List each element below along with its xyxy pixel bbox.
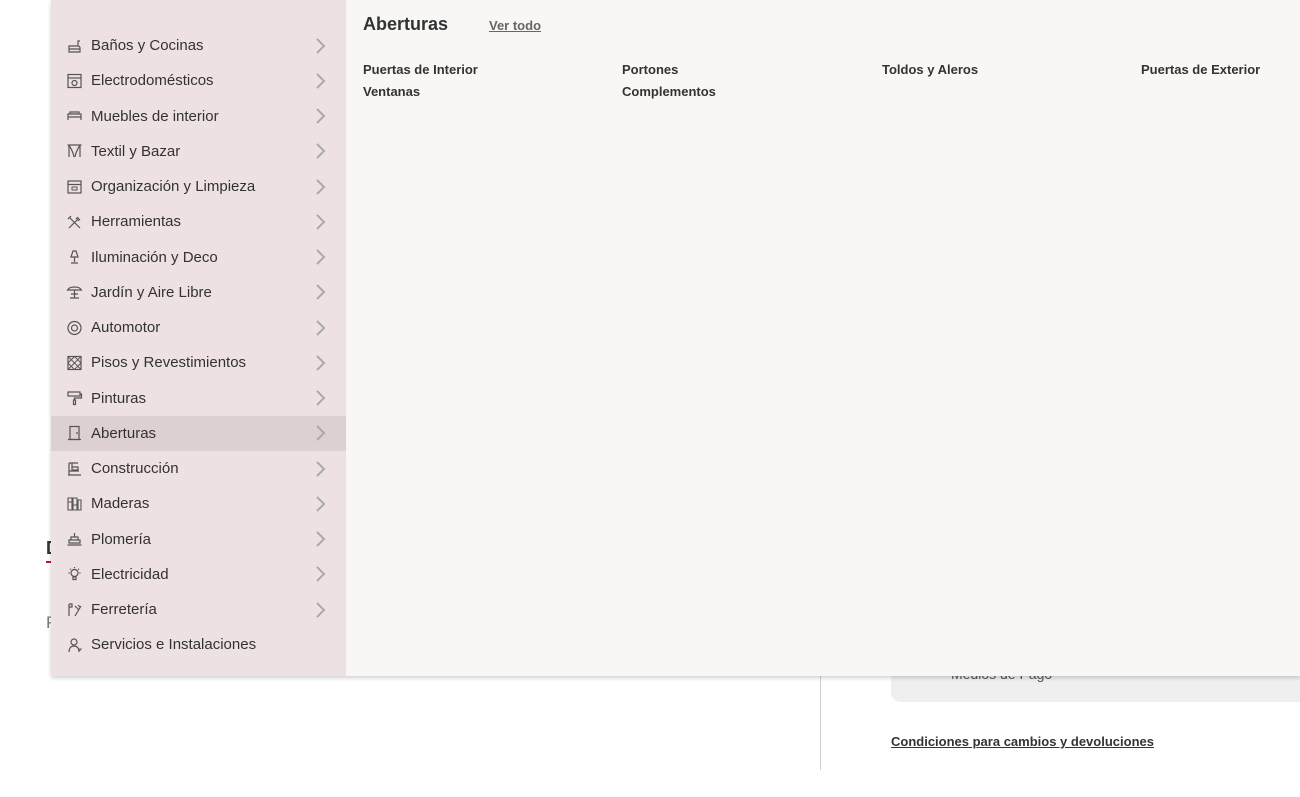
category-label: Textil y Bazar bbox=[91, 142, 181, 160]
returns-conditions-link[interactable]: Condiciones para cambios y devoluciones bbox=[891, 734, 1154, 749]
tools-icon bbox=[66, 214, 83, 230]
subcategory-panel: Aberturas Ver todo Puertas de Interior Po… bbox=[346, 0, 1300, 676]
category-item[interactable]: Electricidad bbox=[51, 557, 346, 592]
category-label: Servicios e Instalaciones bbox=[91, 636, 257, 654]
category-item[interactable]: Jardín y Aire Libre bbox=[51, 275, 346, 310]
plumbing-icon bbox=[66, 531, 83, 547]
chevron-right-icon bbox=[315, 319, 327, 337]
chevron-right-icon bbox=[315, 389, 327, 407]
subcategory-link[interactable]: Toldos y Aleros bbox=[882, 62, 978, 77]
category-label: Maderas bbox=[91, 495, 150, 513]
lightbulb-icon bbox=[66, 566, 83, 582]
column-divider bbox=[820, 676, 821, 770]
category-label: Construcción bbox=[91, 460, 179, 478]
storage-box-icon bbox=[66, 179, 83, 195]
view-all-link[interactable]: Ver todo bbox=[489, 18, 541, 33]
hardware-icon bbox=[66, 602, 83, 618]
category-label: Organización y Limpieza bbox=[91, 178, 256, 196]
category-item[interactable]: Organización y Limpieza bbox=[51, 169, 346, 204]
construction-icon bbox=[66, 461, 83, 477]
chevron-right-icon bbox=[315, 72, 327, 90]
subcategory-link[interactable]: Ventanas bbox=[363, 84, 420, 99]
subcategory-link[interactable]: Portones bbox=[622, 62, 678, 77]
category-label: Automotor bbox=[91, 319, 161, 337]
category-label: Ferretería bbox=[91, 601, 157, 619]
chevron-right-icon bbox=[315, 142, 327, 160]
category-label: Baños y Cocinas bbox=[91, 37, 204, 55]
chevron-right-icon bbox=[315, 213, 327, 231]
category-item[interactable]: Herramientas bbox=[51, 204, 346, 239]
category-label: Pinturas bbox=[91, 389, 147, 407]
chevron-right-icon bbox=[315, 283, 327, 301]
category-item[interactable]: Baños y Cocinas bbox=[51, 28, 346, 63]
category-sidebar: Baños y Cocinas Electrodomésticos Muebles … bbox=[51, 0, 346, 676]
category-item[interactable]: Iluminación y Deco bbox=[51, 240, 346, 275]
category-item[interactable]: Electrodomésticos bbox=[51, 63, 346, 98]
service-worker-icon bbox=[66, 637, 83, 653]
panel-title: Aberturas bbox=[363, 14, 449, 34]
tiles-icon bbox=[66, 355, 83, 371]
category-label: Plomería bbox=[91, 530, 152, 548]
faucet-icon bbox=[66, 38, 83, 54]
category-item[interactable]: Maderas bbox=[51, 486, 346, 521]
lamp-icon bbox=[66, 249, 83, 265]
category-item[interactable]: Ferretería bbox=[51, 592, 346, 627]
category-item[interactable]: Muebles de interior bbox=[51, 99, 346, 134]
category-label: Electrodomésticos bbox=[91, 72, 214, 90]
category-item[interactable]: Automotor bbox=[51, 310, 346, 345]
bed-icon bbox=[66, 108, 83, 124]
category-label: Jardín y Aire Libre bbox=[91, 283, 212, 301]
chevron-right-icon bbox=[315, 460, 327, 478]
category-label: Herramientas bbox=[91, 213, 182, 231]
chevron-right-icon bbox=[315, 530, 327, 548]
category-list: Baños y Cocinas Electrodomésticos Muebles … bbox=[51, 28, 346, 663]
curtain-icon bbox=[66, 143, 83, 159]
chevron-right-icon bbox=[315, 601, 327, 619]
category-item[interactable]: Textil y Bazar bbox=[51, 134, 346, 169]
wood-planks-icon bbox=[66, 496, 83, 512]
category-label: Pisos y Revestimientos bbox=[91, 354, 247, 372]
chevron-right-icon bbox=[315, 107, 327, 125]
category-label: Muebles de interior bbox=[91, 107, 219, 125]
category-item[interactable]: Aberturas bbox=[51, 415, 346, 451]
chevron-right-icon bbox=[315, 37, 327, 55]
chevron-right-icon bbox=[315, 565, 327, 583]
subcategory-link[interactable]: Puertas de Exterior bbox=[1141, 62, 1260, 77]
category-label: Iluminación y Deco bbox=[91, 248, 218, 266]
chevron-right-icon bbox=[315, 424, 327, 442]
subcategory-link[interactable]: Puertas de Interior bbox=[363, 62, 478, 77]
category-item[interactable]: Pinturas bbox=[51, 381, 346, 416]
mega-menu: Baños y Cocinas Electrodomésticos Muebles … bbox=[51, 0, 1300, 676]
category-item[interactable]: Construcción bbox=[51, 451, 346, 486]
category-item[interactable]: Servicios e Instalaciones bbox=[51, 627, 346, 662]
paint-roller-icon bbox=[66, 390, 83, 406]
category-label: Aberturas bbox=[91, 424, 157, 442]
subcategory-link[interactable]: Complementos bbox=[622, 84, 716, 99]
chevron-right-icon bbox=[315, 248, 327, 266]
chevron-right-icon bbox=[315, 495, 327, 513]
category-label: Electricidad bbox=[91, 565, 169, 583]
umbrella-table-icon bbox=[66, 284, 83, 300]
chevron-right-icon bbox=[315, 354, 327, 372]
chevron-right-icon bbox=[315, 178, 327, 196]
door-icon bbox=[66, 425, 83, 441]
category-item[interactable]: Plomería bbox=[51, 522, 346, 557]
category-item[interactable]: Pisos y Revestimientos bbox=[51, 345, 346, 380]
appliance-icon bbox=[66, 73, 83, 89]
tire-icon bbox=[66, 320, 83, 336]
